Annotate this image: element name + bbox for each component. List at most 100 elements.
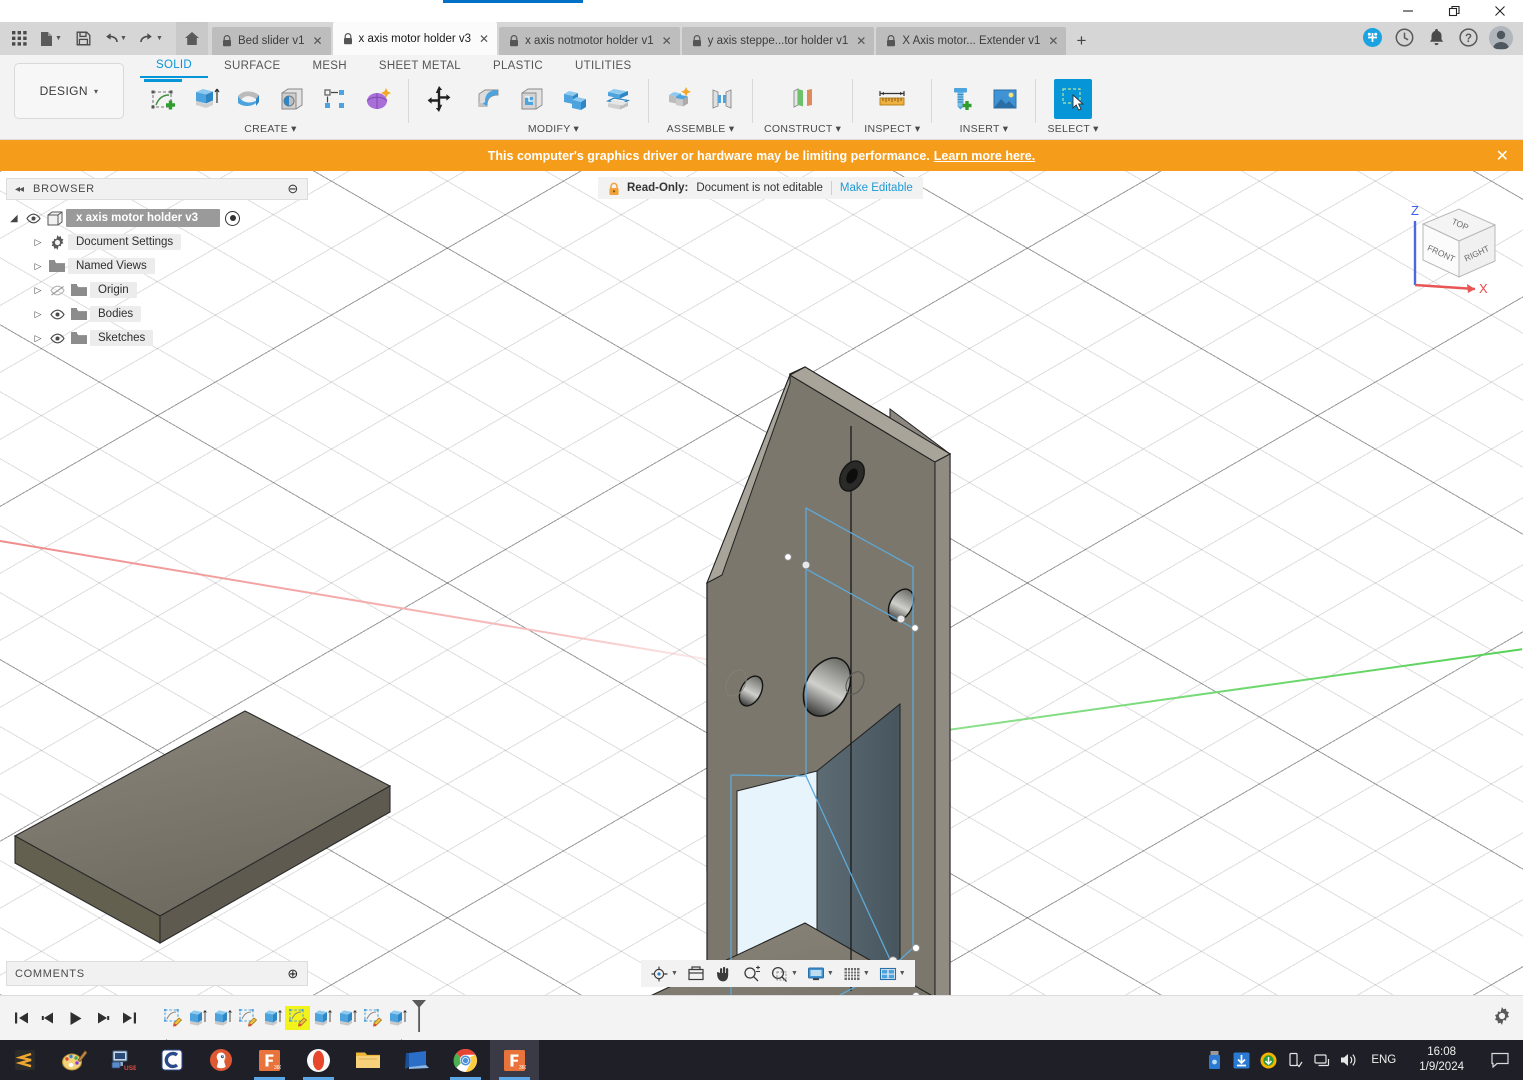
step-forward-icon[interactable] xyxy=(93,1008,111,1028)
minimize-icon[interactable]: ⊖ xyxy=(287,181,299,197)
new-document-icon[interactable]: ▼ xyxy=(34,26,68,52)
shell-icon[interactable] xyxy=(513,79,551,119)
fillet-icon[interactable] xyxy=(470,79,508,119)
timeline-feature-extrude[interactable] xyxy=(310,1006,335,1030)
banner-close-icon[interactable]: ✕ xyxy=(1496,146,1509,166)
taskbar-remote-desktop-icon[interactable] xyxy=(392,1040,441,1080)
tab-close-icon[interactable]: ✕ xyxy=(854,35,868,47)
view-cube[interactable]: Z X TOP FRONT RIGHT xyxy=(1393,189,1513,297)
form-icon[interactable] xyxy=(359,79,397,119)
comments-panel[interactable]: COMMENTS ⊕ xyxy=(6,961,308,986)
ribbon-tab-mesh[interactable]: MESH xyxy=(296,56,362,77)
skip-to-start-icon[interactable] xyxy=(12,1008,30,1028)
taskbar-file-explorer-icon[interactable] xyxy=(343,1040,392,1080)
insert-mcmaster-icon[interactable] xyxy=(943,79,981,119)
expand-arrow-icon[interactable]: ▷ xyxy=(30,285,46,296)
timeline-feature-sketch[interactable] xyxy=(360,1006,385,1030)
orbit-icon[interactable]: ▼ xyxy=(647,962,681,986)
tree-item-named-views[interactable]: ▷ Named Views xyxy=(6,254,308,278)
document-tab[interactable]: y axis steppe...tor holder v1 ✕ xyxy=(681,27,875,55)
expand-arrow-icon[interactable]: ▷ xyxy=(30,333,46,344)
tab-close-icon[interactable]: ✕ xyxy=(310,35,324,47)
apps-grid-icon[interactable] xyxy=(6,26,32,52)
zoom-icon[interactable] xyxy=(739,962,765,986)
tree-root-node[interactable]: ◢ x axis motor holder v3 xyxy=(6,206,308,230)
move-copy-icon[interactable] xyxy=(420,79,458,119)
window-close-button[interactable] xyxy=(1477,0,1523,22)
timeline-feature-extrude[interactable] xyxy=(385,1006,410,1030)
make-editable-link[interactable]: Make Editable xyxy=(840,182,913,194)
timeline-feature-extrude[interactable] xyxy=(210,1006,235,1030)
step-back-icon[interactable] xyxy=(39,1008,57,1028)
workspace-selector[interactable]: DESIGN ▾ xyxy=(14,63,124,119)
timeline-feature-sketch[interactable] xyxy=(235,1006,260,1030)
combine-icon[interactable] xyxy=(556,79,594,119)
extensions-icon[interactable] xyxy=(1361,27,1383,49)
document-tab-active[interactable]: x axis motor holder v3 ✕ xyxy=(332,22,498,55)
timeline-settings-button[interactable] xyxy=(1493,1006,1523,1030)
timeline-feature-extrude[interactable] xyxy=(335,1006,360,1030)
taskbar-chrome-icon[interactable] xyxy=(441,1040,490,1080)
volume-icon[interactable] xyxy=(1340,1050,1358,1070)
taskbar-usb-network-icon[interactable]: USB xyxy=(98,1040,147,1080)
network-icon[interactable] xyxy=(1313,1050,1331,1070)
tree-item-document-settings[interactable]: ▷ Document Settings xyxy=(6,230,308,254)
play-icon[interactable] xyxy=(66,1008,84,1028)
eye-icon[interactable] xyxy=(46,333,68,344)
taskbar-duckduckgo-icon[interactable] xyxy=(196,1040,245,1080)
create-sketch-icon[interactable] xyxy=(144,79,182,119)
ribbon-tab-solid[interactable]: SOLID xyxy=(140,55,209,78)
ribbon-tab-surface[interactable]: SURFACE xyxy=(208,56,296,77)
hole-icon[interactable] xyxy=(273,79,311,119)
measure-icon[interactable] xyxy=(873,79,911,119)
new-tab-button[interactable]: + xyxy=(1068,27,1094,55)
collapse-icon[interactable]: ◂◂ xyxy=(15,184,24,195)
timeline-feature-extrude[interactable] xyxy=(260,1006,285,1030)
document-tab[interactable]: Bed slider v1 ✕ xyxy=(212,27,331,55)
window-minimize-button[interactable] xyxy=(1385,0,1431,22)
extrude-icon[interactable] xyxy=(187,79,225,119)
grid-snaps-icon[interactable]: ▼ xyxy=(839,962,873,986)
timeline-end-marker[interactable] xyxy=(411,999,427,1038)
tree-item-sketches[interactable]: ▷ Sketches xyxy=(6,326,308,350)
taskbar-clock[interactable]: 16:08 1/9/2024 xyxy=(1409,1045,1474,1075)
timeline-feature-sketch[interactable] xyxy=(160,1006,185,1030)
joint-icon[interactable] xyxy=(703,79,741,119)
document-tab[interactable]: x axis notmotor holder v1 ✕ xyxy=(499,27,680,55)
eye-hidden-icon[interactable] xyxy=(46,285,68,296)
select-window-icon[interactable] xyxy=(1054,79,1093,119)
expand-arrow-icon[interactable]: ▷ xyxy=(30,309,46,320)
save-icon[interactable] xyxy=(70,26,96,52)
pan-hand-icon[interactable] xyxy=(711,962,737,986)
tab-close-icon[interactable]: ✕ xyxy=(660,35,674,47)
display-settings-icon[interactable]: ▼ xyxy=(803,962,837,986)
zoom-window-icon[interactable]: ▼ xyxy=(767,962,801,986)
action-center-icon[interactable] xyxy=(1483,1040,1517,1080)
taskbar-opera-gx-icon[interactable] xyxy=(294,1040,343,1080)
download-icon[interactable] xyxy=(1232,1050,1250,1070)
taskbar-sublime-text-icon[interactable] xyxy=(0,1040,49,1080)
expand-arrow-icon[interactable]: ◢ xyxy=(6,213,22,224)
look-at-icon[interactable] xyxy=(683,962,709,986)
skip-to-end-icon[interactable] xyxy=(120,1008,138,1028)
eye-icon[interactable] xyxy=(46,309,68,320)
ribbon-tab-utilities[interactable]: UTILITIES xyxy=(559,56,647,77)
ribbon-tab-plastic[interactable]: PLASTIC xyxy=(477,56,559,77)
document-tab[interactable]: X Axis motor... Extender v1 ✕ xyxy=(876,27,1067,55)
expand-arrow-icon[interactable]: ▷ xyxy=(30,261,46,272)
tree-item-bodies[interactable]: ▷ Bodies xyxy=(6,302,308,326)
user-avatar[interactable] xyxy=(1489,25,1513,50)
timeline-feature-extrude[interactable] xyxy=(185,1006,210,1030)
update-icon[interactable] xyxy=(1259,1050,1277,1070)
help-question-icon[interactable]: ? xyxy=(1457,27,1479,49)
insert-canvas-icon[interactable] xyxy=(986,79,1024,119)
add-comment-icon[interactable]: ⊕ xyxy=(287,966,299,982)
recent-history-icon[interactable] xyxy=(1393,27,1415,49)
tab-close-icon[interactable]: ✕ xyxy=(1046,35,1060,47)
eye-icon[interactable] xyxy=(22,213,44,224)
tab-close-icon[interactable]: ✕ xyxy=(477,33,491,45)
offset-face-icon[interactable] xyxy=(599,79,637,119)
tree-item-origin[interactable]: ▷ Origin xyxy=(6,278,308,302)
safely-remove-icon[interactable] xyxy=(1286,1050,1304,1070)
revolve-icon[interactable] xyxy=(230,79,268,119)
